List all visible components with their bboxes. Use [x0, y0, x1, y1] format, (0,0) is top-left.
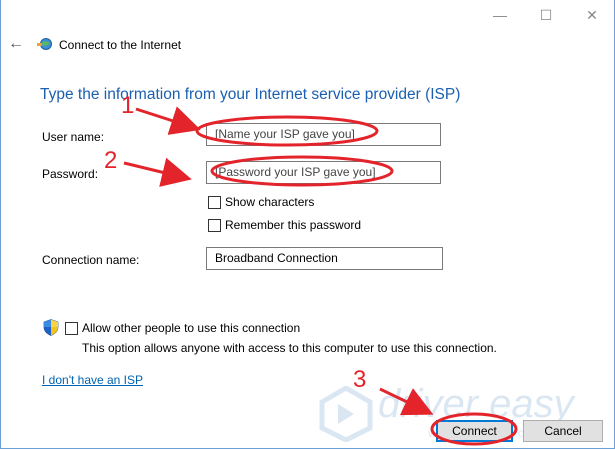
arrow-3 — [379, 387, 434, 416]
step-2-number: 2 — [104, 147, 118, 174]
connect-highlight-ellipse — [430, 412, 518, 446]
username-highlight-ellipse — [195, 115, 379, 147]
arrow-2 — [123, 157, 192, 187]
password-highlight-ellipse — [210, 155, 394, 187]
step-3-number: 3 — [353, 366, 367, 393]
step-1-number: 1 — [121, 92, 135, 119]
arrow-1 — [135, 106, 201, 135]
annotation-overlay — [123, 106, 518, 446]
